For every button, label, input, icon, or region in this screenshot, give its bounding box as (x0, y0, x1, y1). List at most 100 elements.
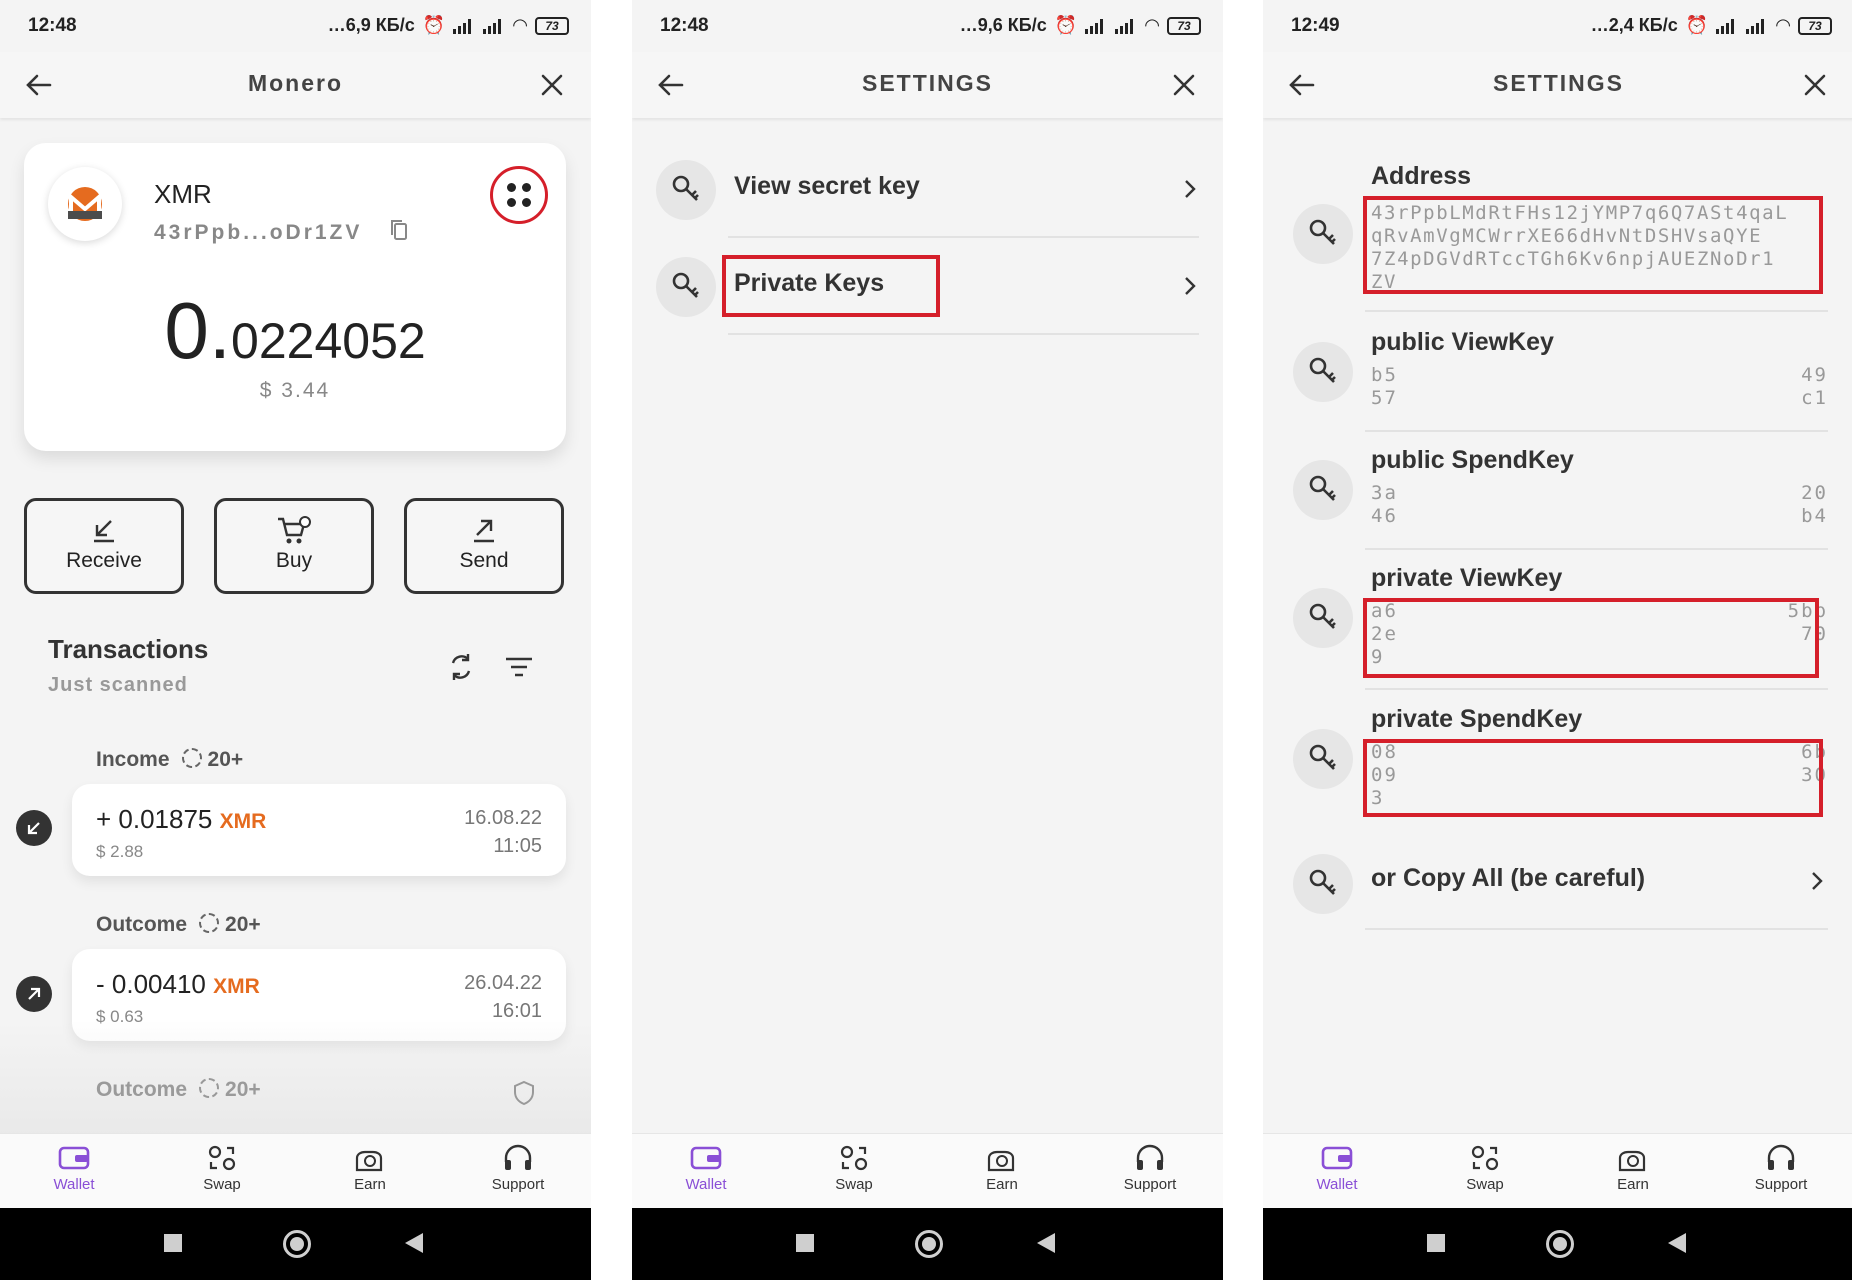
home-button[interactable] (1546, 1230, 1574, 1258)
shield-icon[interactable] (512, 1080, 536, 1106)
chevron-right-icon (1185, 180, 1196, 198)
wifi-icon: ◠ (513, 15, 527, 35)
address-title: Address (1371, 162, 1472, 190)
highlight-box (1363, 739, 1823, 817)
transaction-item[interactable]: + 0.01875 XMR $ 2.88 16.08.22 11:05 (72, 784, 566, 876)
chevron-right-icon (1185, 277, 1196, 295)
send-button[interactable]: Send (404, 498, 564, 594)
buy-button[interactable]: Buy (214, 498, 374, 594)
system-back-button[interactable] (1668, 1233, 1686, 1253)
chevron-right-icon (1812, 872, 1823, 890)
transactions-subtitle: Just scanned (48, 674, 188, 696)
refresh-icon[interactable] (444, 650, 478, 684)
network-speed: …2,4 КБ/с (1590, 15, 1678, 35)
home-button[interactable] (915, 1230, 943, 1258)
headset-icon (1136, 1144, 1164, 1170)
highlight-box (1363, 598, 1819, 678)
page-title: SETTINGS (861, 70, 993, 96)
nav-support[interactable]: Support (458, 1144, 578, 1193)
wallet-card[interactable]: XMR 43rPpb...oDr1ZV 0.0224052 $ 3.44 (24, 143, 566, 451)
close-icon[interactable] (535, 68, 569, 102)
system-back-button[interactable] (405, 1233, 423, 1253)
close-icon[interactable] (1798, 68, 1832, 102)
filter-icon[interactable] (502, 650, 536, 684)
nav-swap[interactable]: Swap (794, 1144, 914, 1193)
alarm-icon: ⏰ (1685, 15, 1709, 35)
receive-arrow-icon (94, 520, 114, 543)
wallet-icon (1321, 1146, 1353, 1170)
system-nav-bar (0, 1208, 591, 1280)
recents-button[interactable] (164, 1234, 182, 1252)
nav-wallet[interactable]: Wallet (646, 1144, 766, 1193)
nav-earn[interactable]: Earn (942, 1144, 1062, 1193)
key-icon (1293, 342, 1353, 402)
alarm-icon: ⏰ (422, 15, 446, 35)
signal-icon (1716, 18, 1738, 34)
wallet-screen: 12:48 …6,9 КБ/с ⏰ ◠ 73 Monero XMR 43rPpb… (0, 0, 591, 1280)
view-secret-key-item[interactable]: View secret key (632, 142, 1223, 238)
copy-icon[interactable] (390, 219, 408, 241)
battery-icon: 73 (535, 16, 569, 35)
nav-support[interactable]: Support (1721, 1144, 1841, 1193)
key-icon (1293, 460, 1353, 520)
bottom-nav: Wallet Swap Earn Support (1263, 1133, 1852, 1208)
status-time: 12:48 (28, 15, 77, 36)
signal-icon (453, 18, 475, 34)
headset-icon (504, 1144, 532, 1170)
outgoing-arrow-icon (16, 976, 52, 1012)
list-fade (0, 1020, 591, 1134)
group-label-income: Income 20+ (96, 748, 244, 771)
close-icon[interactable] (1167, 68, 1201, 102)
swap-icon (1471, 1145, 1499, 1171)
public-spendkey-item[interactable]: public SpendKey 3a 20 46 b4 (1263, 442, 1852, 552)
system-nav-bar (632, 1208, 1223, 1280)
check-circle-icon (199, 913, 220, 933)
earn-icon (1618, 1150, 1646, 1172)
wallet-icon (690, 1146, 722, 1170)
page-title: SETTINGS (1492, 70, 1624, 96)
home-button[interactable] (283, 1230, 311, 1258)
earn-icon (355, 1150, 383, 1172)
app-bar: SETTINGS (1263, 52, 1852, 118)
group-label-outcome: Outcome 20+ (96, 913, 261, 936)
swap-icon (840, 1145, 868, 1171)
wifi-icon: ◠ (1145, 15, 1159, 35)
network-speed: …6,9 КБ/с (327, 15, 415, 35)
network-speed: …9,6 КБ/с (959, 15, 1047, 35)
system-nav-bar (1263, 1208, 1852, 1280)
nav-earn[interactable]: Earn (310, 1144, 430, 1193)
send-arrow-icon (474, 519, 494, 543)
key-icon (1293, 729, 1353, 789)
balance-amount: 0.0224052 (164, 286, 426, 375)
copy-all-item[interactable]: or Copy All (be careful) (1263, 846, 1852, 930)
coin-name: XMR (154, 179, 212, 209)
signal-icon (1085, 18, 1107, 34)
system-back-button[interactable] (1037, 1233, 1055, 1253)
recents-button[interactable] (796, 1234, 814, 1252)
nav-earn[interactable]: Earn (1573, 1144, 1693, 1193)
nav-swap[interactable]: Swap (162, 1144, 282, 1193)
bottom-nav: Wallet Swap Earn Support (632, 1133, 1223, 1208)
nav-wallet[interactable]: Wallet (14, 1144, 134, 1193)
status-bar: 12:48 …9,6 КБ/с ⏰ ◠ 73 (632, 0, 1223, 52)
recents-button[interactable] (1427, 1234, 1445, 1252)
status-time: 12:49 (1291, 15, 1340, 36)
receive-button[interactable]: Receive (24, 498, 184, 594)
status-bar: 12:48 …6,9 КБ/с ⏰ ◠ 73 (0, 0, 591, 52)
incoming-arrow-icon (16, 810, 52, 846)
public-viewkey-item[interactable]: public ViewKey b5 49 57 c1 (1263, 324, 1852, 434)
balance-usd: $ 3.44 (259, 379, 331, 402)
cart-icon (278, 516, 311, 544)
settings-screen: 12:48 …9,6 КБ/с ⏰ ◠ 73 SETTINGS View sec… (632, 0, 1223, 1280)
key-icon (1293, 588, 1353, 648)
signal-icon (1115, 18, 1137, 34)
battery-icon: 73 (1798, 16, 1832, 35)
nav-swap[interactable]: Swap (1425, 1144, 1545, 1193)
signal-icon (483, 18, 505, 34)
key-icon (1293, 204, 1353, 264)
nav-support[interactable]: Support (1090, 1144, 1210, 1193)
nav-wallet[interactable]: Wallet (1277, 1144, 1397, 1193)
battery-icon: 73 (1167, 16, 1201, 35)
status-time: 12:48 (660, 15, 709, 36)
more-options-button[interactable] (490, 166, 548, 224)
